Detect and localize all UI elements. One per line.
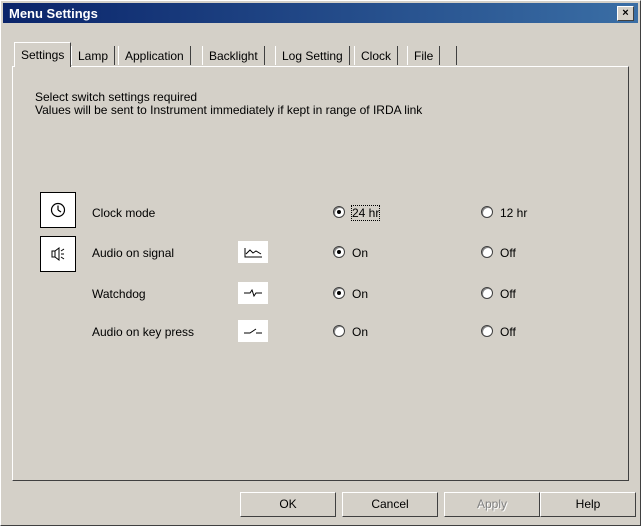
signal-waveform-icon xyxy=(238,241,268,263)
key-press-switch-icon xyxy=(238,320,268,342)
key-press-off-label[interactable]: Off xyxy=(500,325,516,339)
tab-settings[interactable]: Settings xyxy=(14,42,72,67)
watchdog-on-label[interactable]: On xyxy=(352,287,368,301)
key-press-off-radio[interactable] xyxy=(481,325,493,337)
watchdog-on-radio[interactable] xyxy=(333,287,345,299)
watchdog-label: Watchdog xyxy=(92,287,146,301)
tab-log-setting[interactable]: Log Setting xyxy=(275,46,350,65)
clock-mode-label: Clock mode xyxy=(92,206,156,220)
tab-backlight[interactable]: Backlight xyxy=(202,46,265,65)
key-press-on-label[interactable]: On xyxy=(352,325,368,339)
title-bar: Menu Settings × xyxy=(3,3,638,23)
audio-signal-on-label[interactable]: On xyxy=(352,246,368,260)
tab-strip-end xyxy=(456,46,457,65)
clock-icon xyxy=(40,192,76,228)
audio-on-signal-label: Audio on signal xyxy=(92,246,175,260)
apply-button[interactable]: Apply xyxy=(444,492,540,517)
ok-button[interactable]: OK xyxy=(240,492,336,517)
speaker-icon xyxy=(40,236,76,272)
tab-application[interactable]: Application xyxy=(118,46,191,65)
close-button[interactable]: × xyxy=(617,6,634,21)
watchdog-pulse-icon xyxy=(238,282,268,304)
tab-file[interactable]: File xyxy=(407,46,441,65)
tab-lamp[interactable]: Lamp xyxy=(71,46,116,65)
audio-signal-off-label[interactable]: Off xyxy=(500,246,516,260)
watchdog-off-radio[interactable] xyxy=(481,287,493,299)
settings-panel xyxy=(12,66,629,481)
clock-mode-12hr-label[interactable]: 12 hr xyxy=(500,206,527,220)
cancel-button[interactable]: Cancel xyxy=(342,492,438,517)
key-press-on-radio[interactable] xyxy=(333,325,345,337)
clock-mode-24hr-label[interactable]: 24 hr xyxy=(350,205,381,221)
tab-clock[interactable]: Clock xyxy=(354,46,399,65)
audio-signal-on-radio[interactable] xyxy=(333,246,345,258)
clock-mode-24hr-radio[interactable] xyxy=(333,206,345,218)
audio-signal-off-radio[interactable] xyxy=(481,246,493,258)
watchdog-off-label[interactable]: Off xyxy=(500,287,516,301)
clock-mode-12hr-radio[interactable] xyxy=(481,206,493,218)
help-button[interactable]: Help xyxy=(540,492,636,517)
audio-on-key-press-label: Audio on key press xyxy=(92,325,195,339)
instruction-line-2: Values will be sent to Instrument immedi… xyxy=(35,103,423,117)
window-title: Menu Settings xyxy=(9,6,98,21)
